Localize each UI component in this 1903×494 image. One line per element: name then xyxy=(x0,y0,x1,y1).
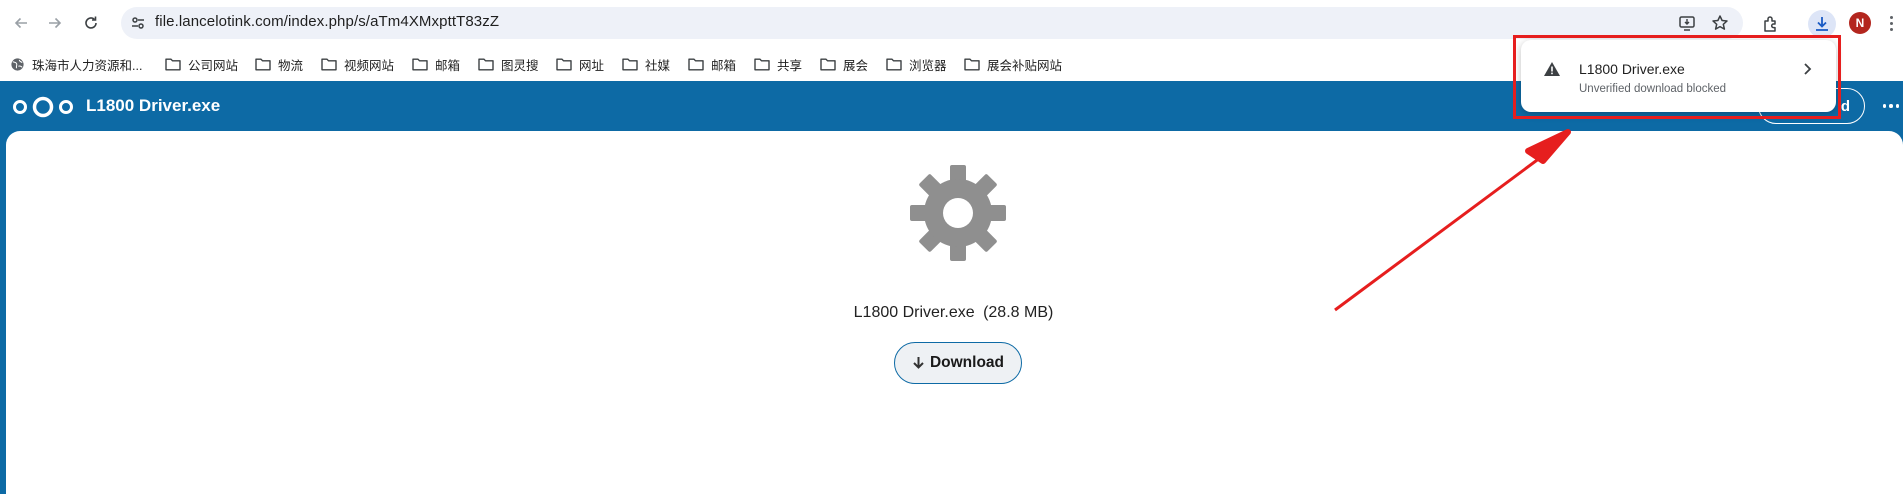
bookmark-label: 珠海市人力资源和... xyxy=(32,58,143,73)
url-text[interactable]: file.lancelotink.com/index.php/s/aTm4XMx… xyxy=(155,13,499,30)
star-icon xyxy=(1712,15,1728,30)
downloads-button[interactable] xyxy=(1808,10,1836,38)
highlight-box xyxy=(1513,35,1841,119)
folder-icon xyxy=(688,58,704,71)
site-info-button[interactable] xyxy=(128,13,148,33)
file-name: L1800 Driver.exe xyxy=(853,304,975,321)
bookmark-label: 展会 xyxy=(843,58,869,73)
bookmark-folder[interactable]: 社媒 xyxy=(622,54,670,74)
folder-icon xyxy=(321,58,337,71)
folder-icon xyxy=(556,58,572,71)
folder-icon xyxy=(886,58,902,71)
gear-icon xyxy=(910,165,1006,261)
folder-icon xyxy=(964,58,980,71)
bookmark-folder[interactable]: 网址 xyxy=(556,54,604,74)
back-arrow-icon xyxy=(14,17,27,29)
header-more-menu[interactable] xyxy=(1880,96,1902,116)
bookmark-label: 物流 xyxy=(278,58,304,73)
bookmark-label: 浏览器 xyxy=(909,58,947,73)
bookmark-label: 邮箱 xyxy=(711,58,737,73)
bookmark-folder[interactable]: 图灵搜 xyxy=(478,54,539,74)
folder-icon xyxy=(478,58,494,71)
bookmark-folder[interactable]: 展会 xyxy=(820,54,868,74)
download-icon xyxy=(1816,17,1828,31)
tune-icon xyxy=(132,17,144,29)
bookmark-folder[interactable]: 物流 xyxy=(255,54,303,74)
download-arrow-icon xyxy=(913,357,924,369)
install-app-button[interactable] xyxy=(1675,11,1699,35)
browser-menu-button[interactable] xyxy=(1883,12,1899,34)
bookmark-label: 展会补贴网站 xyxy=(987,58,1063,73)
bookmark-label: 网址 xyxy=(579,58,605,73)
bookmark-label: 图灵搜 xyxy=(501,58,539,73)
bookmark-folder[interactable]: 展会补贴网站 xyxy=(964,54,1062,74)
folder-icon xyxy=(820,58,836,71)
file-size: (28.8 MB) xyxy=(983,304,1054,321)
install-app-icon xyxy=(1679,16,1695,31)
bookmark-folder[interactable]: 邮箱 xyxy=(688,54,736,74)
bookmark-folder[interactable]: 公司网站 xyxy=(165,54,238,74)
bookmark-item[interactable]: 珠海市人力资源和... xyxy=(10,54,142,74)
nextcloud-logo-icon[interactable] xyxy=(12,96,74,118)
reload-icon xyxy=(85,16,97,29)
bookmark-label: 视频网站 xyxy=(344,58,395,73)
bookmark-label: 公司网站 xyxy=(188,58,239,73)
download-button-label: Download xyxy=(929,354,1005,371)
back-button[interactable] xyxy=(8,10,34,36)
bookmark-star-button[interactable] xyxy=(1708,11,1732,35)
file-name-size: L1800 Driver.exe (28.8 MB) xyxy=(0,304,1903,322)
forward-button[interactable] xyxy=(42,10,68,36)
bookmark-label: 共享 xyxy=(777,58,803,73)
bookmark-label: 社媒 xyxy=(645,58,671,73)
header-download-label: d xyxy=(1840,97,1850,115)
puzzle-icon xyxy=(1764,16,1776,32)
bookmark-folder[interactable]: 浏览器 xyxy=(886,54,947,74)
bookmark-folder[interactable]: 视频网站 xyxy=(321,54,394,74)
folder-icon xyxy=(165,58,181,71)
bookmark-folder[interactable]: 邮箱 xyxy=(412,54,460,74)
folder-icon xyxy=(754,58,770,71)
globe-icon xyxy=(11,57,24,71)
forward-arrow-icon xyxy=(49,17,62,29)
folder-icon xyxy=(622,58,638,71)
folder-icon xyxy=(412,58,428,71)
extensions-button[interactable] xyxy=(1757,10,1785,38)
bookmark-folder[interactable]: 共享 xyxy=(754,54,802,74)
bookmark-label: 邮箱 xyxy=(435,58,461,73)
profile-avatar[interactable]: N xyxy=(1849,12,1871,34)
reload-button[interactable] xyxy=(78,10,104,36)
shared-file-title: L1800 Driver.exe xyxy=(86,96,221,115)
download-button[interactable]: Download xyxy=(894,342,1022,384)
folder-icon xyxy=(255,58,271,71)
